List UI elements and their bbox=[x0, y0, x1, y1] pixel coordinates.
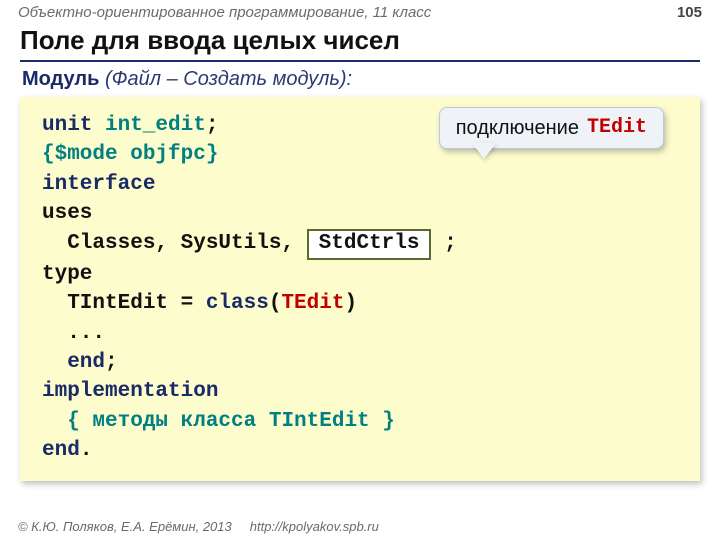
code-line-end-type: end; bbox=[42, 348, 682, 377]
page-number: 105 bbox=[677, 4, 702, 21]
course-name: Объектно-ориентированное программировани… bbox=[18, 4, 431, 21]
code-line-uses-list: Classes, SysUtils, StdCtrls ; bbox=[42, 229, 682, 260]
footer-copyright: © К.Ю. Поляков, Е.А. Ерёмин, 2013 bbox=[18, 519, 232, 534]
code-line-implementation: implementation bbox=[42, 377, 682, 406]
code-line-type-decl: TIntEdit = class(TEdit) bbox=[42, 289, 682, 318]
slide: Объектно-ориентированное программировани… bbox=[0, 0, 720, 540]
footer: © К.Ю. Поляков, Е.А. Ерёмин, 2013 http:/… bbox=[0, 519, 720, 534]
header-bar: Объектно-ориентированное программировани… bbox=[0, 0, 720, 23]
callout-tail bbox=[472, 143, 496, 159]
callout-text: подключение bbox=[456, 114, 579, 142]
code-line-impl-comment: { методы класса TIntEdit } bbox=[42, 407, 682, 436]
subtitle: Модуль (Файл – Создать модуль): bbox=[22, 68, 700, 91]
code-line-end: end. bbox=[42, 436, 682, 465]
code-line-uses: uses bbox=[42, 199, 682, 228]
code-line-type: type bbox=[42, 260, 682, 289]
stdctrls-box: StdCtrls bbox=[307, 229, 432, 260]
subtitle-module-word: Модуль bbox=[22, 68, 99, 90]
code-block: подключение TEdit unit int_edit; {$mode … bbox=[20, 97, 700, 481]
callout-tedit: TEdit bbox=[587, 114, 647, 142]
code-line-ellipsis: ... bbox=[42, 319, 682, 348]
code-line-interface: interface bbox=[42, 170, 682, 199]
page-title: Поле для ввода целых чисел bbox=[20, 25, 700, 62]
subtitle-rest: (Файл – Создать модуль): bbox=[99, 68, 352, 90]
footer-url: http://kpolyakov.spb.ru bbox=[250, 519, 379, 534]
